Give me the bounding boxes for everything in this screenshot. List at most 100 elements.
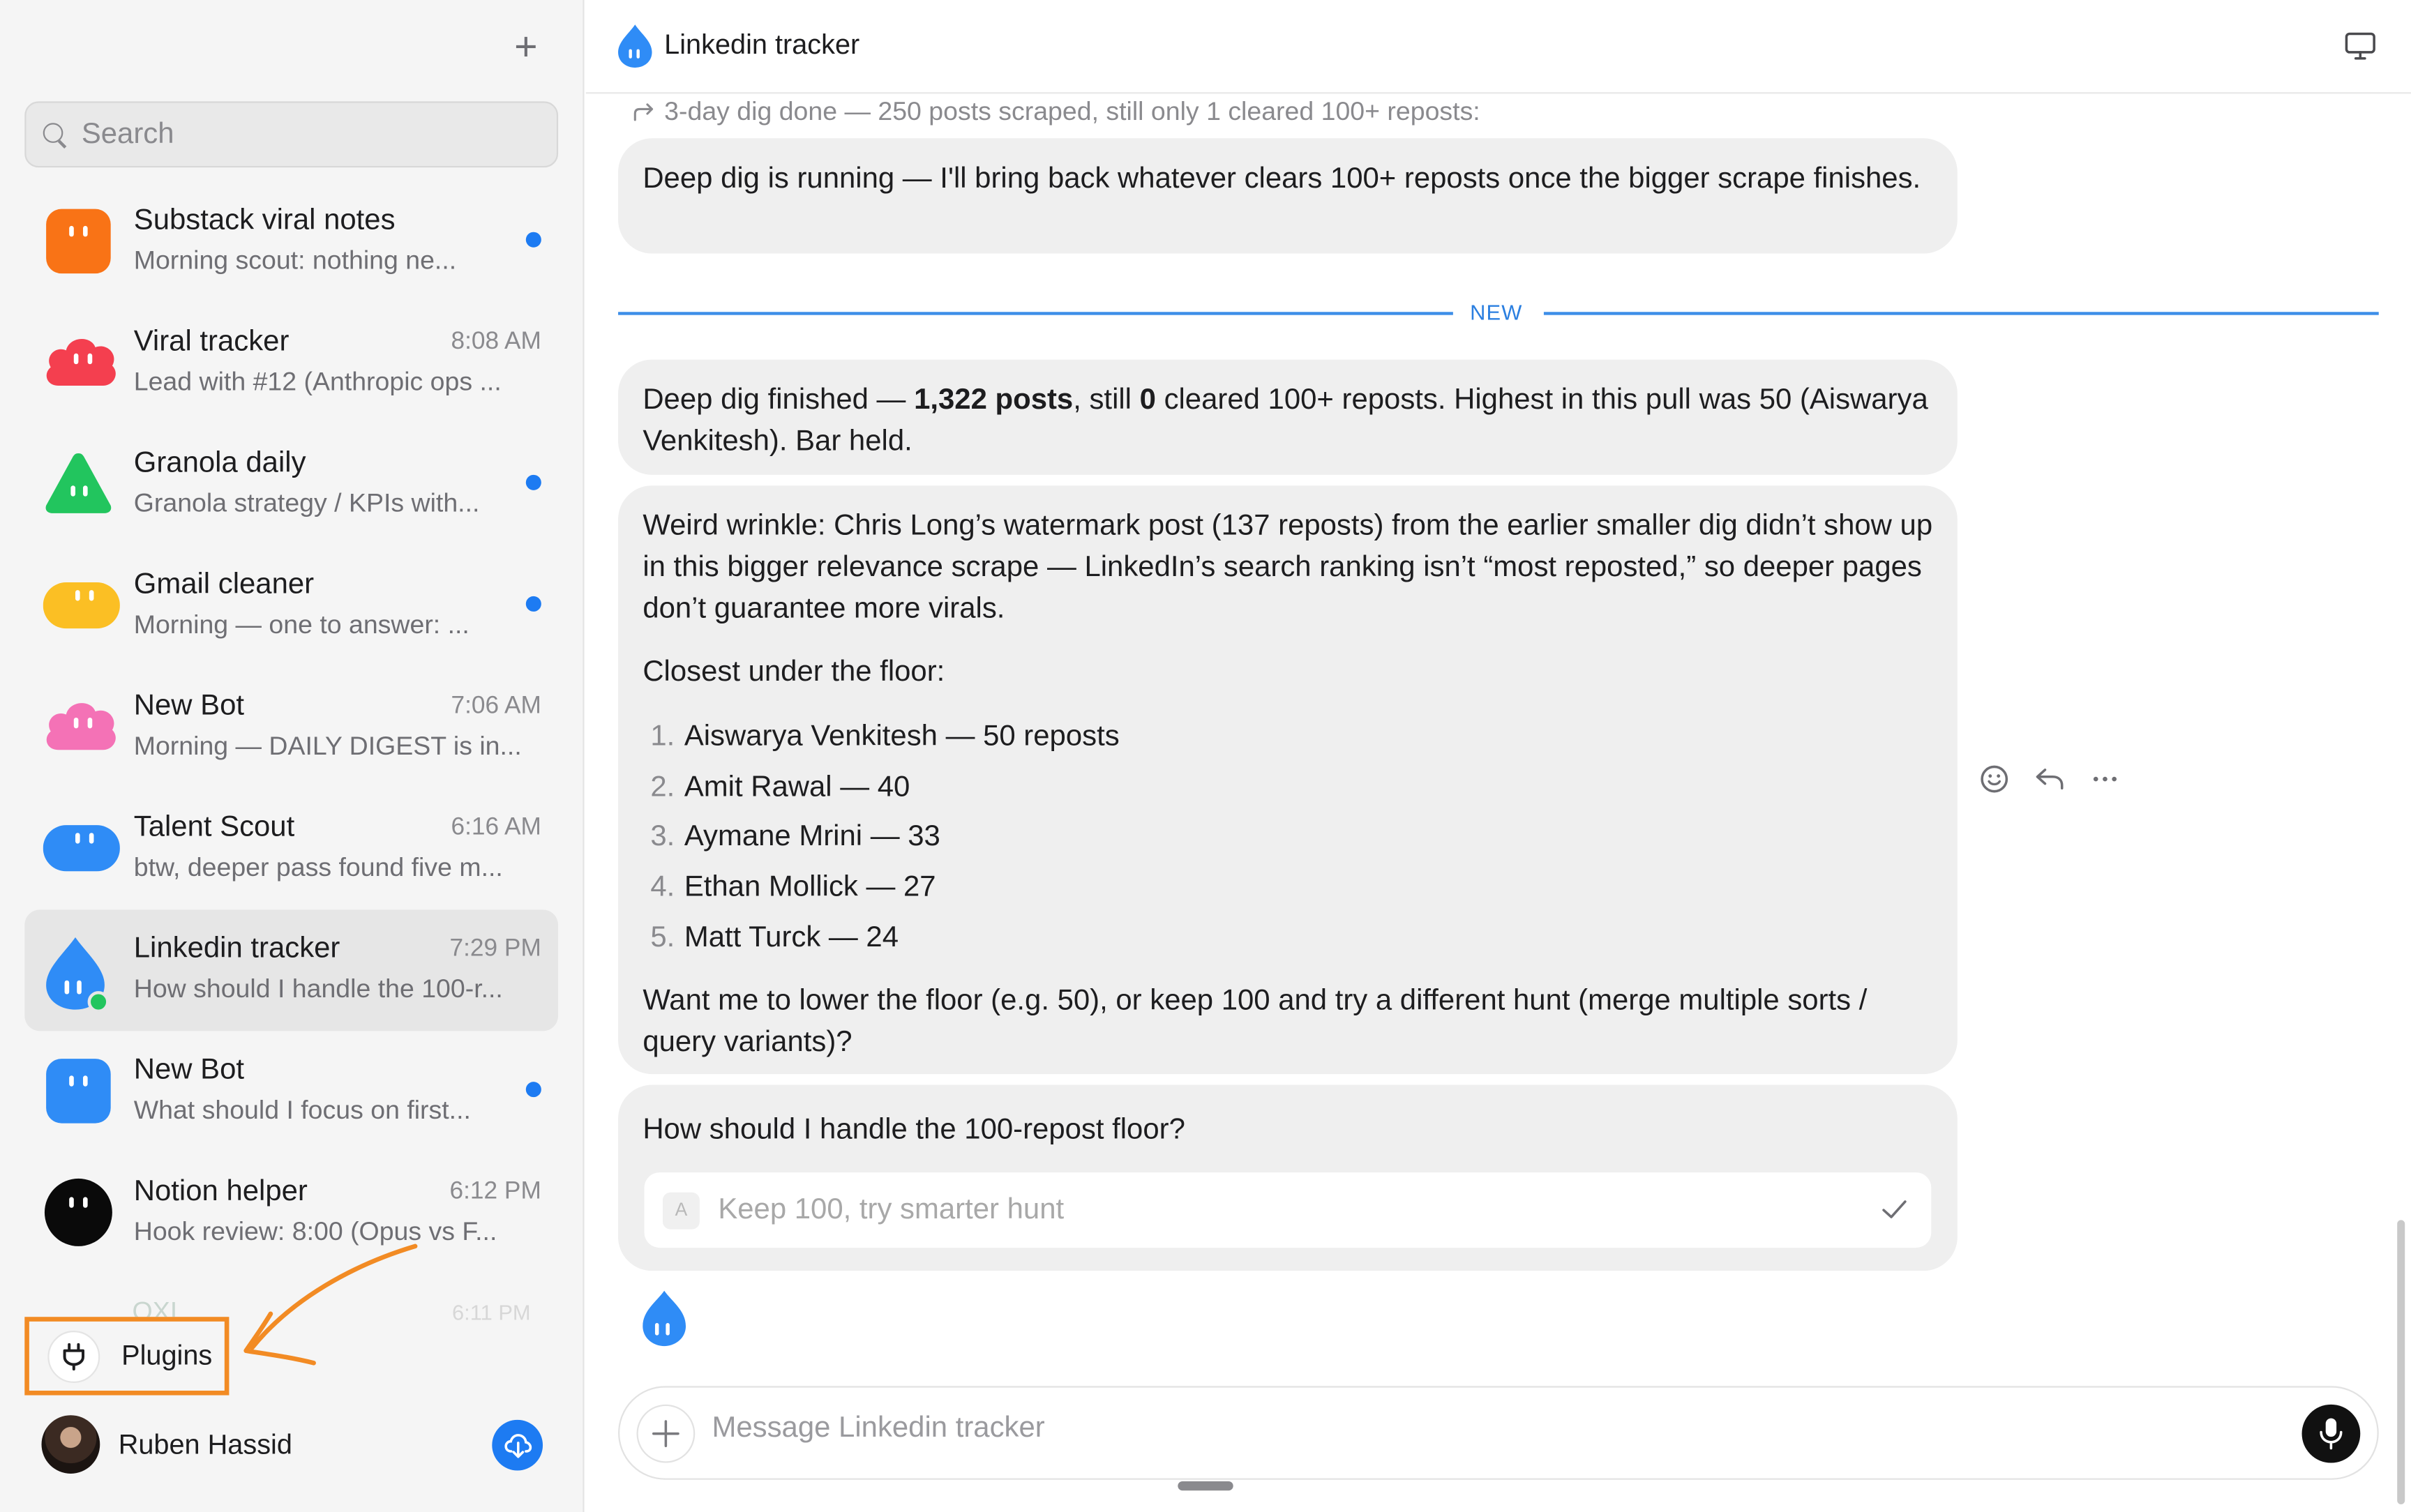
new-messages-divider: NEW [618,298,2379,328]
forwarded-note-text: 3-day dig done — 250 posts scraped, stil… [664,96,1480,126]
blue-drop-bot-icon [46,937,110,1013]
chat-item-talent-scout[interactable]: Talent Scout 6:16 AM btw, deeper pass fo… [24,788,558,909]
plugins-label: Plugins [121,1340,213,1371]
plugins-button[interactable]: Plugins [24,1317,230,1396]
chat-list: Substack viral notes Morning scout: noth… [24,181,559,1274]
chat-item-gmail-cleaner[interactable]: Gmail cleaner Morning — one to answer: .… [24,545,558,667]
red-cloud-bot-icon [46,338,116,386]
chat-preview: btw, deeper pass found five m... [133,852,503,882]
list-item: 2. Amit Rawal — 40 [650,771,910,803]
microphone-icon [2320,1418,2343,1450]
list-item: 3. Aymane Mrini — 33 [650,821,940,854]
question-card: How should I handle the 100-repost floor… [618,1084,1958,1271]
answer-badge: A [662,1191,700,1229]
reply-icon[interactable] [2034,764,2065,794]
microphone-button[interactable] [2301,1404,2361,1463]
bot-avatar [43,1177,114,1248]
sync-button[interactable] [492,1419,543,1471]
forward-icon [633,103,654,121]
bot-typing-avatar-icon [643,1290,686,1347]
chat-preview: Lead with #12 (Anthropic ops ... [133,367,502,397]
message-bubble: Deep dig is running — I'll bring back wh… [618,138,1958,254]
unread-dot [525,1082,541,1098]
profile[interactable]: Ruben Hassid [41,1415,292,1474]
chat-name: Substack viral notes [133,204,396,237]
bot-avatar [43,1056,114,1126]
chat-time: 6:12 PM [449,1178,541,1205]
attach-button[interactable] [636,1404,696,1463]
plus-icon [652,1420,679,1448]
chat-item-substack-viral-notes[interactable]: Substack viral notes Morning scout: noth… [24,181,558,303]
chat-main: Linkedin tracker 3-day dig done — 250 po… [585,0,2411,1512]
chat-name: New Bot [133,1054,245,1087]
new-chat-button[interactable]: + [502,22,551,71]
resize-handle[interactable] [1178,1481,1233,1491]
message-actions [1979,764,2121,794]
avatar [41,1415,100,1474]
chat-time: 7:29 PM [449,935,541,962]
new-label: NEW [1470,299,1523,324]
chat-item-new-bot-pink[interactable]: New Bot 7:06 AM Morning — DAILY DIGEST i… [24,667,558,788]
blue-pill-bot-icon [43,825,120,872]
page-title: Linkedin tracker [664,29,860,60]
more-icon[interactable] [2089,764,2120,794]
bot-avatar [43,813,120,884]
chat-item-linkedin-tracker[interactable]: Linkedin tracker 7:29 PM How should I ha… [24,909,559,1031]
message-bubble: Weird wrinkle: Chris Long’s watermark po… [618,485,1958,1075]
message-paragraph: Weird wrinkle: Chris Long’s watermark po… [643,510,1933,626]
list-item: 4. Ethan Mollick — 27 [650,871,936,904]
unread-dot [525,596,541,612]
scrollbar[interactable] [2397,1220,2405,1505]
chat-time: 7:06 AM [451,693,541,720]
chat-header: Linkedin tracker [585,0,2411,94]
list-item: 5. Matt Turck — 24 [650,921,899,954]
search-box[interactable]: Search [24,101,559,168]
chat-name: Linkedin tracker [133,932,340,965]
chat-item-new-bot-blue[interactable]: New Bot What should I focus on first... [24,1031,558,1152]
chat-item-viral-tracker[interactable]: Viral tracker 8:08 AM Lead with #12 (Ant… [24,303,558,424]
chat-name: Gmail cleaner [133,568,315,601]
faded-chat-time: 6:11 PM [452,1299,531,1325]
bot-avatar [43,448,114,519]
composer [618,1386,2379,1480]
profile-name: Ruben Hassid [118,1428,292,1460]
chat-name: Granola daily [133,447,306,480]
blue-square-bot-icon [46,1059,111,1124]
chat-preview: What should I focus on first... [133,1095,471,1125]
check-icon[interactable] [1879,1194,1909,1225]
message-paragraph: Want me to lower the floor (e.g. 50), or… [643,985,1868,1060]
pink-cloud-bot-icon [46,703,116,750]
chat-name: New Bot [133,690,245,723]
sidebar: + Search Substack viral notes Morning sc… [0,0,585,1512]
black-circle-bot-icon [44,1178,112,1246]
search-input[interactable]: Search [82,118,174,151]
message-bold: 1,322 posts [914,384,1074,417]
chat-preview: How should I handle the 100-r... [133,974,503,1004]
plug-icon [47,1329,100,1382]
unread-dot [525,474,541,490]
monitor-icon[interactable] [2343,31,2377,61]
bot-avatar [43,327,116,398]
list-item: 1. Aiswarya Venkitesh — 50 reposts [650,720,1120,753]
chat-preview: Morning scout: nothing ne... [133,245,457,275]
bot-avatar [43,570,120,640]
bot-avatar [43,206,114,276]
chat-time: 8:08 AM [451,328,541,355]
emoji-icon[interactable] [1979,764,2010,794]
message-input[interactable] [712,1412,2250,1446]
message-text: Deep dig is running — I'll bring back wh… [643,162,1921,195]
bot-avatar [43,935,114,1013]
message-text: Deep dig finished — [643,384,915,417]
message-bold: 0 [1139,384,1156,417]
green-triangle-bot-icon [45,453,112,513]
answer-option[interactable]: A Keep 100, try smarter hunt [644,1172,1932,1248]
chat-name: Talent Scout [133,811,295,844]
search-icon [42,121,70,149]
drop-logo-icon [618,24,652,68]
message-text: , still [1073,384,1140,417]
chat-item-granola-daily[interactable]: Granola daily Granola strategy / KPIs wi… [24,424,558,545]
answer-text: Keep 100, try smarter hunt [718,1193,1065,1227]
annotation-arrow-icon [243,1243,418,1366]
chat-name: Notion helper [133,1175,308,1208]
message-paragraph: Closest under the floor: [643,656,945,689]
